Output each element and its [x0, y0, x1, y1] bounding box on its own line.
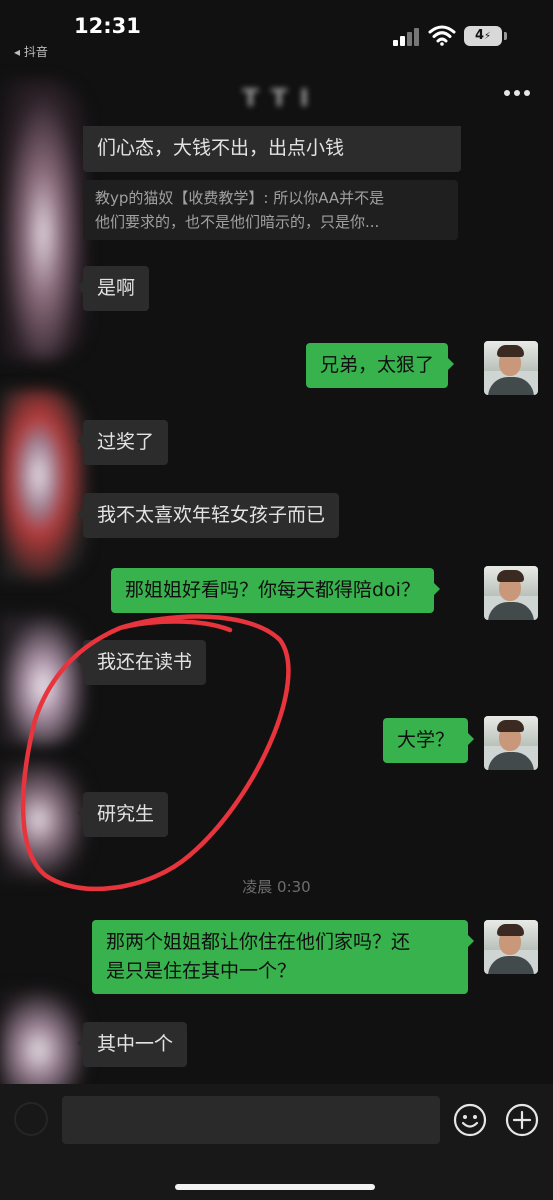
outgoing-message-bubble[interactable]: 那两个姐姐都让你住在他们家吗？还 是只是住在其中一个？	[92, 920, 474, 994]
more-options-icon[interactable]	[500, 86, 534, 100]
incoming-message-bubble[interactable]: 我不太喜欢年轻女孩子而已	[76, 493, 340, 538]
my-avatar[interactable]	[484, 566, 538, 620]
message-text-line: 是只是住在其中一个？	[106, 960, 297, 982]
wifi-icon	[428, 25, 456, 46]
contact-avatar[interactable]	[0, 760, 86, 880]
contact-avatar[interactable]	[0, 390, 86, 580]
message-text: 我不太喜欢年轻女孩子而已	[97, 504, 326, 526]
message-text: 其中一个	[97, 1033, 174, 1055]
quote-text-line: 他们要求的，也不是他们暗示的，只是你...	[95, 213, 380, 231]
message-text: 兄弟，太狠了	[320, 354, 435, 376]
status-bar: 12:31 ◂ 抖音 4⚡	[0, 0, 553, 62]
outgoing-message-bubble[interactable]: 大学？	[383, 718, 475, 763]
contact-avatar[interactable]	[0, 80, 86, 360]
message-text: 大学？	[397, 729, 455, 751]
message-text: 是啊	[97, 277, 136, 299]
incoming-message-bubble[interactable]: 我还在读书	[76, 640, 207, 685]
my-avatar[interactable]	[484, 920, 538, 974]
incoming-message-bubble[interactable]: 研究生	[76, 792, 169, 837]
cellular-signal-icon	[393, 28, 421, 46]
quote-text-line: 教yp的猫奴【收费教学】: 所以你AA并不是	[95, 189, 385, 207]
outgoing-message-bubble[interactable]: 兄弟，太狠了	[306, 343, 455, 388]
contact-avatar[interactable]	[0, 615, 86, 745]
incoming-message-bubble[interactable]: 过奖了	[76, 420, 169, 465]
message-text: 过奖了	[97, 431, 155, 453]
voice-input-icon[interactable]	[14, 1102, 48, 1136]
chat-screen: 12:31 ◂ 抖音 4⚡ T T I 们心态，大钱不出，出点小钱 教yp的猫奴…	[0, 0, 553, 1200]
incoming-message-bubble[interactable]: 是啊	[76, 266, 150, 311]
message-input[interactable]	[62, 1096, 440, 1144]
message-text: 们心态，大钱不出，出点小钱	[97, 137, 345, 159]
emoji-icon[interactable]	[453, 1103, 487, 1137]
plus-icon[interactable]	[505, 1103, 539, 1137]
message-text: 研究生	[97, 803, 155, 825]
quoted-message[interactable]: 教yp的猫奴【收费教学】: 所以你AA并不是 他们要求的，也不是他们暗示的，只是…	[83, 180, 458, 240]
battery-level: 4	[474, 28, 484, 43]
time-separator: 凌晨 0:30	[242, 878, 311, 896]
home-indicator[interactable]	[175, 1184, 375, 1190]
message-text: 我还在读书	[97, 651, 193, 673]
battery-tip	[504, 32, 507, 40]
incoming-message-bubble[interactable]: 其中一个	[76, 1022, 188, 1067]
back-to-app-link[interactable]: ◂ 抖音	[14, 43, 48, 60]
outgoing-message-bubble[interactable]: 那姐姐好看吗？你每天都得陪doi？	[111, 568, 440, 613]
my-avatar[interactable]	[484, 716, 538, 770]
battery-icon: 4⚡	[464, 26, 502, 46]
message-text: 那姐姐好看吗？你每天都得陪doi？	[125, 579, 420, 601]
status-time: 12:31	[74, 14, 141, 38]
my-avatar[interactable]	[484, 341, 538, 395]
message-text-line: 那两个姐姐都让你住在他们家吗？还	[106, 931, 411, 953]
input-bar	[0, 1084, 553, 1200]
